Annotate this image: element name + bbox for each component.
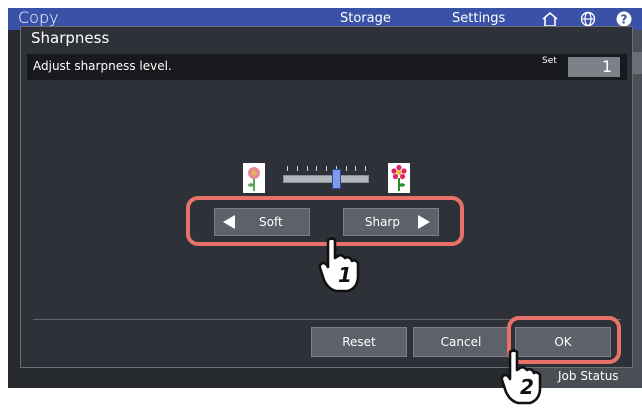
info-bar: Adjust sharpness level. Set 1 — [27, 54, 627, 80]
reset-button[interactable]: Reset — [311, 327, 407, 357]
slider-tick — [296, 166, 298, 171]
slider-tick — [345, 166, 347, 171]
tab-storage[interactable]: Storage — [340, 11, 391, 26]
callout-1-number: 1 — [338, 263, 352, 287]
set-label: Set — [542, 56, 557, 66]
slider-tick — [365, 166, 366, 171]
tab-settings[interactable]: Settings — [452, 11, 505, 26]
slider-tick — [287, 166, 288, 171]
svg-text:?: ? — [621, 13, 628, 27]
callout-2-number: 2 — [520, 375, 534, 399]
instruction-text: Adjust sharpness level. — [33, 59, 172, 73]
dialog-title: Sharpness — [31, 29, 110, 47]
reset-label: Reset — [342, 335, 376, 349]
cancel-button[interactable]: Cancel — [413, 327, 509, 357]
sharpness-slider-track — [283, 175, 369, 183]
flower-sharp-icon — [388, 163, 410, 193]
slider-tick — [316, 166, 318, 171]
set-value: 1 — [568, 57, 620, 77]
hand-pointer-icon: 1 — [318, 236, 362, 298]
cancel-label: Cancel — [440, 335, 482, 349]
slider-tick — [306, 166, 308, 171]
flower-soft-icon — [243, 163, 265, 193]
slider-tick — [355, 166, 357, 171]
app-title: Copy — [18, 8, 59, 27]
sharpness-slider-knob — [331, 169, 341, 189]
slider-tick — [326, 166, 327, 171]
hand-pointer-icon: 2 — [500, 348, 544, 410]
